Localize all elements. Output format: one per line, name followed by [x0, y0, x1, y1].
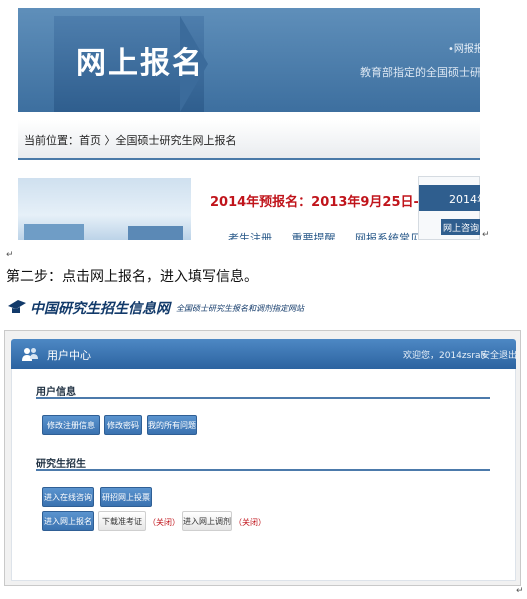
- change-password-button[interactable]: 修改密码: [104, 415, 142, 435]
- link-register[interactable]: 考生注册: [228, 232, 272, 240]
- logo-sub-text: 全国硕士研究生报名和调剂指定网站: [176, 304, 304, 313]
- site-logo: 中国研究生招生信息网 全国硕士研究生报名和调剂指定网站: [8, 298, 318, 318]
- online-vote-button[interactable]: 研招网上投票: [100, 487, 152, 507]
- section-title-user-info: 用户信息: [36, 387, 76, 398]
- my-questions-button[interactable]: 我的所有问题: [147, 415, 197, 435]
- document-page: 网上报名 •网报报 教育部指定的全国硕士研究生入学考试 当前位置：首页 〉全国硕…: [0, 0, 527, 599]
- welcome-text: 欢迎您，2014zsrah: [403, 351, 487, 361]
- paragraph-mark: ↵: [6, 250, 14, 260]
- section-divider: [36, 397, 490, 399]
- banner-subtitle: 教育部指定的全国硕士研究生入学考试: [360, 66, 480, 79]
- mortarboard-icon: [8, 300, 26, 313]
- online-apply-button[interactable]: 进入网上报名: [42, 511, 94, 531]
- cloud-image-text: [128, 226, 183, 240]
- users-icon: [22, 348, 38, 361]
- banner-link[interactable]: •网报报: [448, 40, 480, 55]
- banner: 网上报名 •网报报 教育部指定的全国硕士研究生入学考试: [18, 8, 480, 112]
- logo-main-text: 中国研究生招生信息网: [30, 301, 170, 317]
- banner-title: 网上报名: [76, 46, 204, 81]
- logout-link[interactable]: 安全退出: [481, 348, 517, 361]
- cloud-image-strip: [24, 224, 84, 240]
- side-box-head: 2014年: [419, 185, 480, 211]
- section-title-admission: 研究生招生: [36, 459, 86, 470]
- section-divider: [36, 469, 490, 471]
- edit-registration-button[interactable]: 修改注册信息: [42, 415, 100, 435]
- user-center-body: 用户信息 修改注册信息 修改密码 我的所有问题 研究生招生 进入在线咨询 研招网…: [11, 369, 516, 581]
- online-adjustment-button[interactable]: 进入网上调剂: [182, 511, 232, 531]
- breadcrumb[interactable]: 当前位置：首页 〉全国硕士研究生网上报名: [24, 132, 237, 148]
- paragraph-mark: ↵: [482, 230, 490, 240]
- step-text: 第二步：点击网上报名，进入填写信息。: [6, 269, 258, 285]
- registration-page-screenshot: 网上报名 •网报报 教育部指定的全国硕士研究生入学考试 当前位置：首页 〉全国硕…: [18, 8, 480, 240]
- paragraph-mark: ↵: [516, 586, 524, 596]
- link-reminder[interactable]: 重要提醒: [292, 232, 336, 240]
- user-center-screenshot: 用户中心 欢迎您，2014zsrah 安全退出 用户信息 修改注册信息 修改密码…: [4, 330, 521, 586]
- user-center-header: 用户中心 欢迎您，2014zsrah 安全退出: [11, 339, 517, 369]
- side-box: 2014年 网上咨询：报: [418, 176, 480, 240]
- adjustment-status: （关闭）: [234, 518, 266, 527]
- admission-ticket-status: （关闭）: [148, 518, 180, 527]
- user-center-title: 用户中心: [47, 349, 91, 362]
- online-consult-button[interactable]: 进入在线咨询: [42, 487, 94, 507]
- side-box-row[interactable]: 网上咨询：报: [441, 219, 480, 235]
- download-admission-ticket-button[interactable]: 下载准考证: [98, 511, 146, 531]
- breadcrumb-bar: 当前位置：首页 〉全国硕士研究生网上报名: [18, 120, 480, 160]
